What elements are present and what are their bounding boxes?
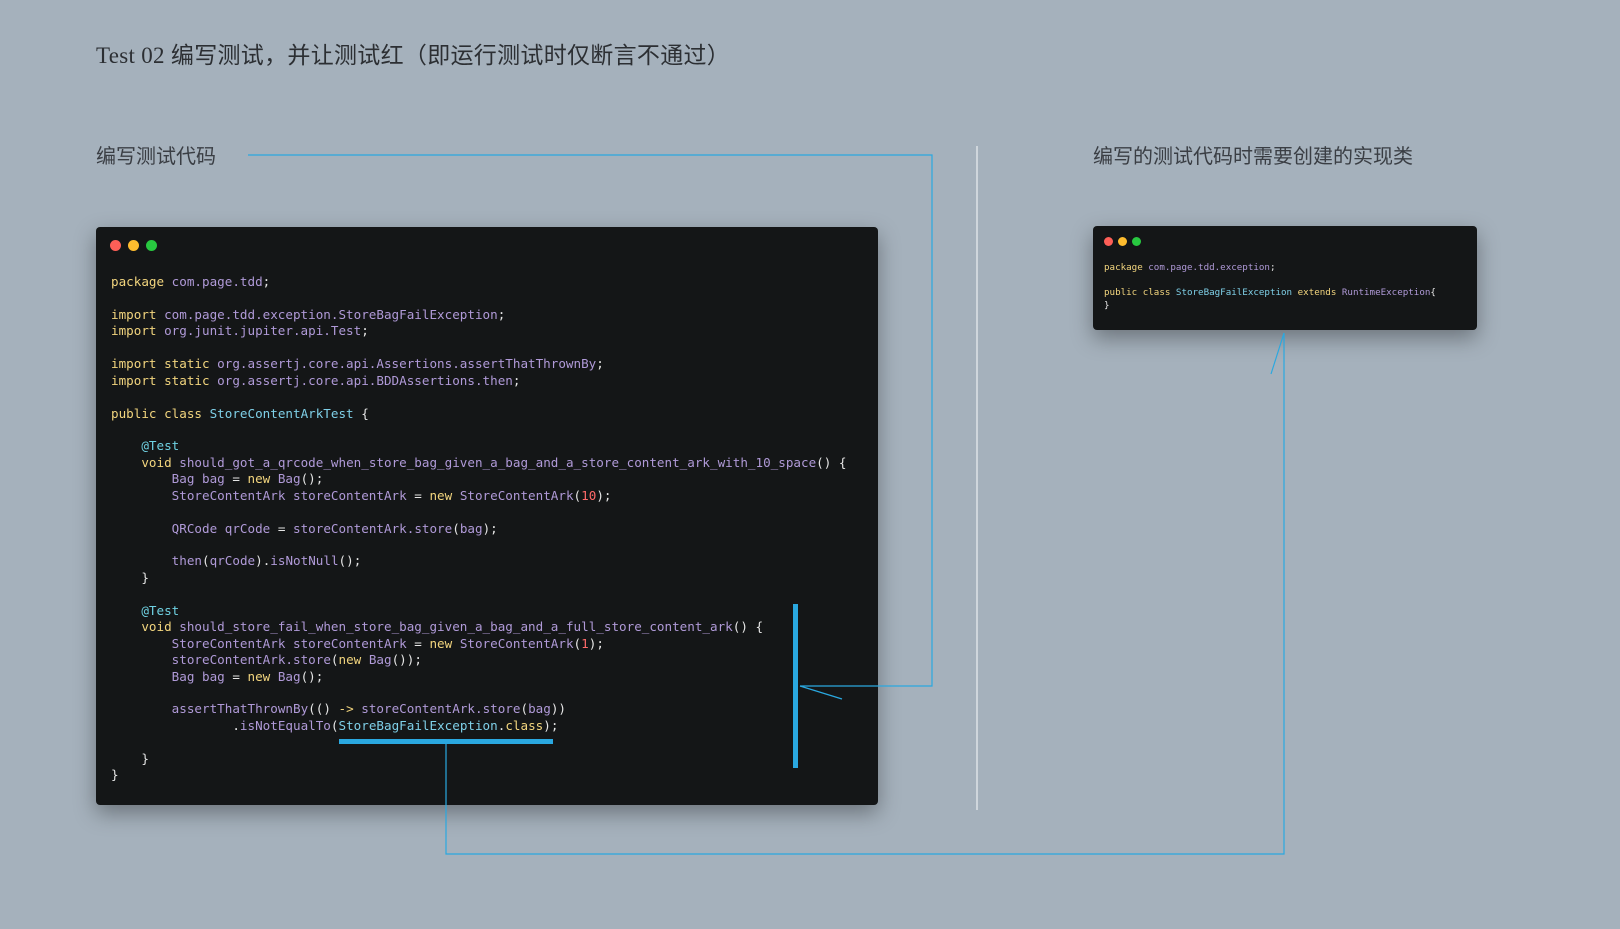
label-connector-line: [248, 154, 933, 687]
impl-arrow-icon: [1270, 332, 1285, 375]
connector-overlay: [248, 154, 1285, 855]
connector-tick: [799, 685, 843, 700]
exception-underline: [339, 739, 553, 744]
impl-connector-line: [445, 333, 1285, 855]
test-highlight-bar: [793, 604, 798, 768]
